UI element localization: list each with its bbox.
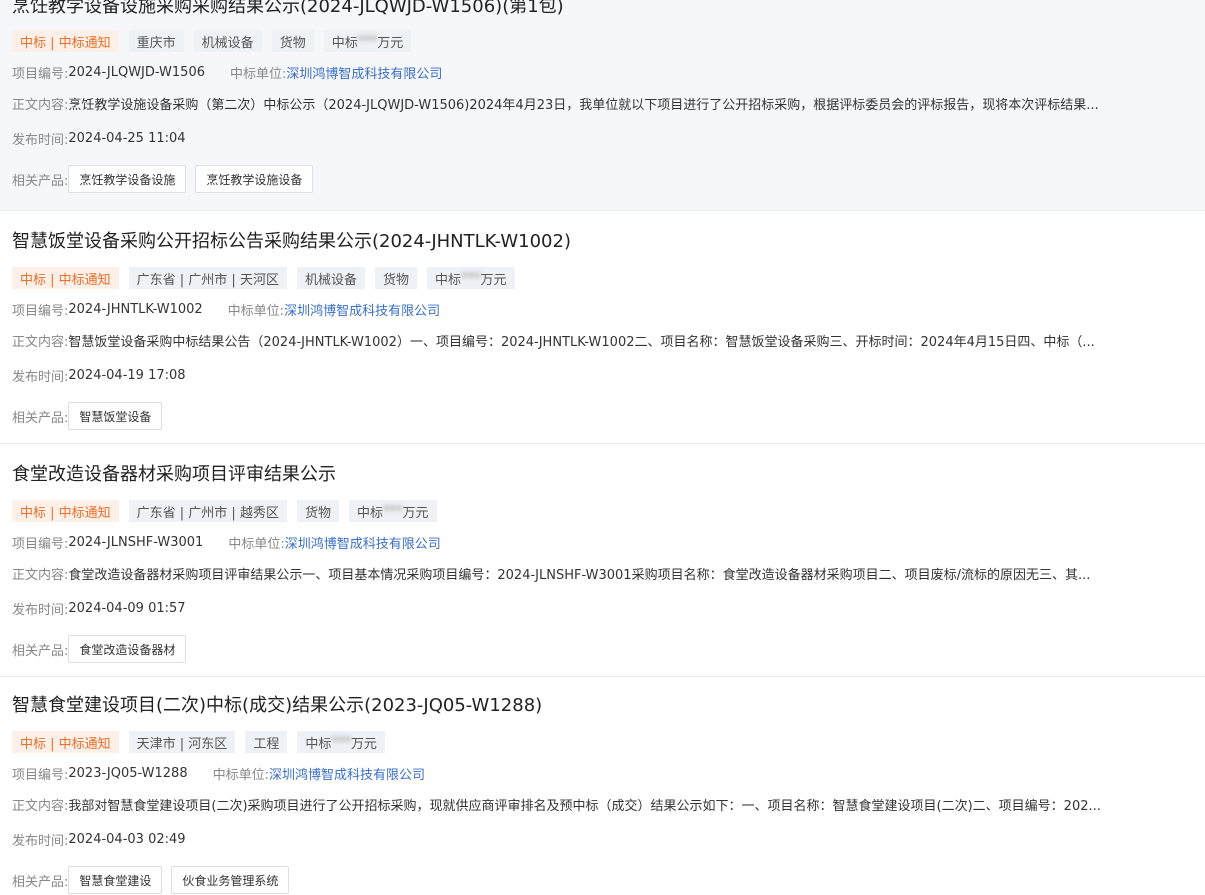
region-tag: 重庆市 — [128, 30, 184, 52]
products-row: 相关产品: 智慧饭堂设备 — [12, 401, 1193, 431]
time-row: 发布时间: 2024-04-19 17:08 — [12, 366, 1193, 385]
winner-label: 中标单位: — [227, 303, 285, 319]
time-row: 发布时间: 2024-04-03 02:49 — [12, 830, 1193, 849]
products-label: 相关产品: — [12, 643, 69, 659]
status-tag: 中标 | 中标通知 — [12, 500, 119, 522]
product-tag[interactable]: 烹饪教学设备设施 — [68, 165, 187, 193]
winner-link[interactable]: 深圳鸿博智成科技有限公司 — [285, 533, 441, 552]
products-label: 相关产品: — [12, 173, 69, 189]
winner-link[interactable]: 深圳鸿博智成科技有限公司 — [269, 764, 425, 783]
status-tag: 中标 | 中标通知 — [12, 267, 119, 289]
content-label: 正文内容: — [12, 97, 69, 113]
region-tag: 天津市 | 河东区 — [128, 731, 236, 753]
publish-time: 2024-04-19 17:08 — [68, 367, 186, 383]
project-no-label: 项目编号: — [12, 536, 69, 552]
content-text: 智慧饭堂设备采购中标结果公告（2024-JHNTLK-W1002）一、项目编号：… — [68, 334, 1095, 350]
category-tag: 机械设备 — [296, 267, 365, 289]
publish-time-label: 发布时间: — [12, 602, 69, 618]
product-tag[interactable]: 烹饪教学设施设备 — [195, 165, 314, 193]
content-text: 我部对智慧食堂建设项目(二次)采购项目进行了公开招标采购，现就供应商评审排名及预… — [68, 798, 1101, 814]
meta-row: 项目编号: 2024-JLQWJD-W1506 中标单位: 深圳鸿博智成科技有限… — [12, 63, 1193, 82]
content-label: 正文内容: — [12, 567, 69, 583]
amount-tag: 中标 *** 万元 — [348, 500, 437, 522]
products-row: 相关产品: 食堂改造设备器材 — [12, 634, 1193, 664]
category-tag: 机械设备 — [193, 30, 262, 52]
products-row: 相关产品: 智慧食堂建设 伙食业务管理系统 — [12, 865, 1193, 895]
region-tag: 广东省 | 广州市 | 天河区 — [128, 267, 287, 289]
amount-tag: 中标 *** 万元 — [323, 30, 412, 52]
type-tag: 工程 — [245, 731, 288, 753]
winner-link[interactable]: 深圳鸿博智成科技有限公司 — [284, 300, 440, 319]
content-text: 食堂改造设备器材采购项目评审结果公示一、项目基本情况采购项目编号：2024-JL… — [68, 567, 1091, 583]
winner-label: 中标单位: — [212, 767, 269, 783]
content-text: 烹饪教学设施设备采购（第二次）中标公示（2024-JLQWJD-W1506)20… — [68, 97, 1099, 113]
time-row: 发布时间: 2024-04-25 11:04 — [12, 129, 1193, 148]
hidden-amount: *** — [382, 503, 403, 519]
hidden-amount: *** — [461, 270, 481, 286]
products-row: 相关产品: 烹饪教学设备设施 烹饪教学设施设备 — [12, 164, 1193, 194]
content-row: 正文内容: 智慧饭堂设备采购中标结果公告（2024-JHNTLK-W1002）一… — [12, 331, 1193, 350]
publish-time-label: 发布时间: — [12, 369, 69, 385]
winner-label: 中标单位: — [230, 66, 287, 82]
tag-row: 中标 | 中标通知 广东省 | 广州市 | 天河区 机械设备 货物 中标 *** 万… — [12, 267, 1193, 289]
result-card[interactable]: 烹饪教学设备设施采购采购结果公示(2024-JLQWJD-W1506)(第1包)… — [0, 0, 1205, 211]
products-label: 相关产品: — [12, 410, 69, 426]
result-title[interactable]: 智慧饭堂设备采购公开招标公告采购结果公示(2024-JHNTLK-W1002) — [12, 231, 1193, 253]
result-title[interactable]: 烹饪教学设备设施采购采购结果公示(2024-JLQWJD-W1506)(第1包) — [12, 0, 1193, 18]
project-no-label: 项目编号: — [12, 767, 69, 783]
status-tag: 中标 | 中标通知 — [12, 731, 119, 753]
amount-tag: 中标 *** 万元 — [297, 731, 385, 753]
type-tag: 货物 — [271, 30, 314, 52]
meta-row: 项目编号: 2024-JLNSHF-W3001 中标单位: 深圳鸿博智成科技有限… — [12, 533, 1193, 552]
result-card[interactable]: 智慧饭堂设备采购公开招标公告采购结果公示(2024-JHNTLK-W1002) … — [0, 211, 1205, 444]
tag-row: 中标 | 中标通知 广东省 | 广州市 | 越秀区 货物 中标 *** 万元 — [12, 500, 1193, 522]
hidden-amount: *** — [331, 734, 351, 750]
tag-row: 中标 | 中标通知 天津市 | 河东区 工程 中标 *** 万元 — [12, 731, 1193, 753]
publish-time: 2024-04-03 02:49 — [68, 831, 186, 847]
result-card[interactable]: 食堂改造设备器材采购项目评审结果公示 中标 | 中标通知 广东省 | 广州市 |… — [0, 444, 1205, 677]
winner-link[interactable]: 深圳鸿博智成科技有限公司 — [286, 63, 442, 82]
content-label: 正文内容: — [12, 798, 69, 814]
content-row: 正文内容: 食堂改造设备器材采购项目评审结果公示一、项目基本情况采购项目编号：2… — [12, 564, 1193, 583]
meta-row: 项目编号: 2023-JQ05-W1288 中标单位: 深圳鸿博智成科技有限公司 — [12, 764, 1193, 783]
products-label: 相关产品: — [12, 874, 69, 890]
winner-label: 中标单位: — [228, 536, 285, 552]
result-card[interactable]: 智慧食堂建设项目(二次)中标(成交)结果公示(2023-JQ05-W1288) … — [0, 677, 1205, 894]
product-tag[interactable]: 食堂改造设备器材 — [68, 635, 187, 663]
product-tag[interactable]: 智慧饭堂设备 — [68, 402, 163, 430]
content-label: 正文内容: — [12, 334, 69, 350]
publish-time-label: 发布时间: — [12, 833, 69, 849]
hidden-amount: *** — [357, 33, 378, 49]
result-list: 烹饪教学设备设施采购采购结果公示(2024-JLQWJD-W1506)(第1包)… — [0, 0, 1205, 894]
project-no: 2023-JQ05-W1288 — [68, 765, 188, 781]
publish-time-label: 发布时间: — [12, 132, 69, 148]
project-no-label: 项目编号: — [12, 303, 69, 319]
project-no: 2024-JLQWJD-W1506 — [68, 64, 205, 80]
project-no-label: 项目编号: — [12, 66, 69, 82]
publish-time: 2024-04-25 11:04 — [68, 130, 186, 146]
tag-row: 中标 | 中标通知 重庆市 机械设备 货物 中标 *** 万元 — [12, 30, 1193, 52]
project-no: 2024-JLNSHF-W3001 — [68, 534, 204, 550]
status-tag: 中标 | 中标通知 — [12, 30, 119, 52]
project-no: 2024-JHNTLK-W1002 — [68, 301, 203, 317]
time-row: 发布时间: 2024-04-09 01:57 — [12, 599, 1193, 618]
content-row: 正文内容: 我部对智慧食堂建设项目(二次)采购项目进行了公开招标采购，现就供应商… — [12, 795, 1193, 814]
amount-tag: 中标 *** 万元 — [426, 267, 515, 289]
publish-time: 2024-04-09 01:57 — [68, 600, 186, 616]
content-row: 正文内容: 烹饪教学设施设备采购（第二次）中标公示（2024-JLQWJD-W1… — [12, 94, 1193, 113]
type-tag: 货物 — [296, 500, 339, 522]
meta-row: 项目编号: 2024-JHNTLK-W1002 中标单位: 深圳鸿博智成科技有限… — [12, 300, 1193, 319]
result-title[interactable]: 食堂改造设备器材采购项目评审结果公示 — [12, 464, 1193, 486]
result-title[interactable]: 智慧食堂建设项目(二次)中标(成交)结果公示(2023-JQ05-W1288) — [12, 695, 1193, 717]
region-tag: 广东省 | 广州市 | 越秀区 — [128, 500, 287, 522]
type-tag: 货物 — [374, 267, 417, 289]
